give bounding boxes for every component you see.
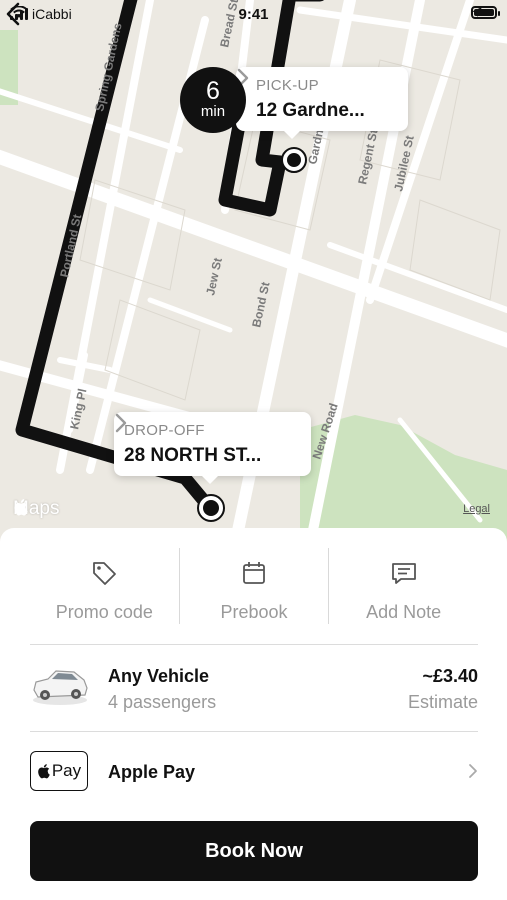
- back-chevron-icon[interactable]: [0, 0, 28, 28]
- add-note-button[interactable]: Add Note: [328, 548, 478, 624]
- dropoff-address: 28 NORTH ST...: [124, 445, 262, 466]
- car-icon: [33, 670, 88, 705]
- book-now-button[interactable]: Book Now: [30, 821, 478, 881]
- pickup-callout[interactable]: PICK-UP 12 Gardne...: [236, 67, 408, 139]
- fare-price: ~£3.40: [422, 666, 478, 686]
- tag-icon: [93, 562, 117, 585]
- divider: [30, 644, 478, 645]
- pickup-address: 12 Gardne...: [256, 100, 365, 121]
- status-bar: iCabbi 9:41: [0, 0, 507, 30]
- note-icon: [391, 563, 416, 584]
- chevron-right-icon: [469, 764, 477, 778]
- prebook-label: Prebook: [220, 602, 288, 622]
- apple-icon: [14, 499, 28, 516]
- booking-sheet: Promo code Prebook Add Note Any Vehicle …: [0, 528, 507, 900]
- vehicle-name: Any Vehicle: [108, 666, 210, 686]
- payment-label: Apple Pay: [108, 762, 196, 782]
- fare-estimate-label: Estimate: [407, 692, 478, 712]
- apple-pay-badge: Pay: [30, 751, 88, 791]
- map-view[interactable]: Spring Gardens Bread St Portland St Jew …: [0, 0, 507, 545]
- pickup-caption: PICK-UP: [256, 77, 319, 94]
- dropoff-callout[interactable]: DROP-OFF 28 NORTH ST...: [114, 412, 311, 484]
- calendar-icon: [243, 562, 265, 584]
- add-note-label: Add Note: [366, 602, 442, 622]
- vehicle-passengers: 4 passengers: [108, 692, 217, 712]
- prebook-button[interactable]: Prebook: [178, 548, 329, 624]
- vehicle-selector[interactable]: Any Vehicle 4 passengers ~£3.40 Estimate: [30, 654, 478, 724]
- status-bar-right: [471, 6, 500, 19]
- payment-method-selector[interactable]: Pay Apple Pay: [30, 751, 478, 793]
- divider: [30, 731, 478, 732]
- eta-badge: 6 min: [180, 67, 246, 133]
- action-row: Promo code Prebook Add Note: [30, 548, 478, 624]
- apple-pay-badge-text: Pay: [51, 761, 82, 780]
- chevron-right-icon: [115, 413, 127, 433]
- promo-code-label: Promo code: [55, 602, 153, 622]
- status-time: 9:41: [238, 6, 269, 23]
- battery-icon: [471, 6, 500, 19]
- dropoff-caption: DROP-OFF: [124, 422, 205, 439]
- apple-icon: [38, 764, 50, 779]
- promo-code-button[interactable]: Promo code: [30, 548, 179, 624]
- maps-attribution: Maps: [13, 498, 59, 520]
- eta-value: 6: [206, 77, 220, 105]
- legal-link[interactable]: Legal: [463, 503, 490, 515]
- eta-unit: min: [200, 103, 226, 120]
